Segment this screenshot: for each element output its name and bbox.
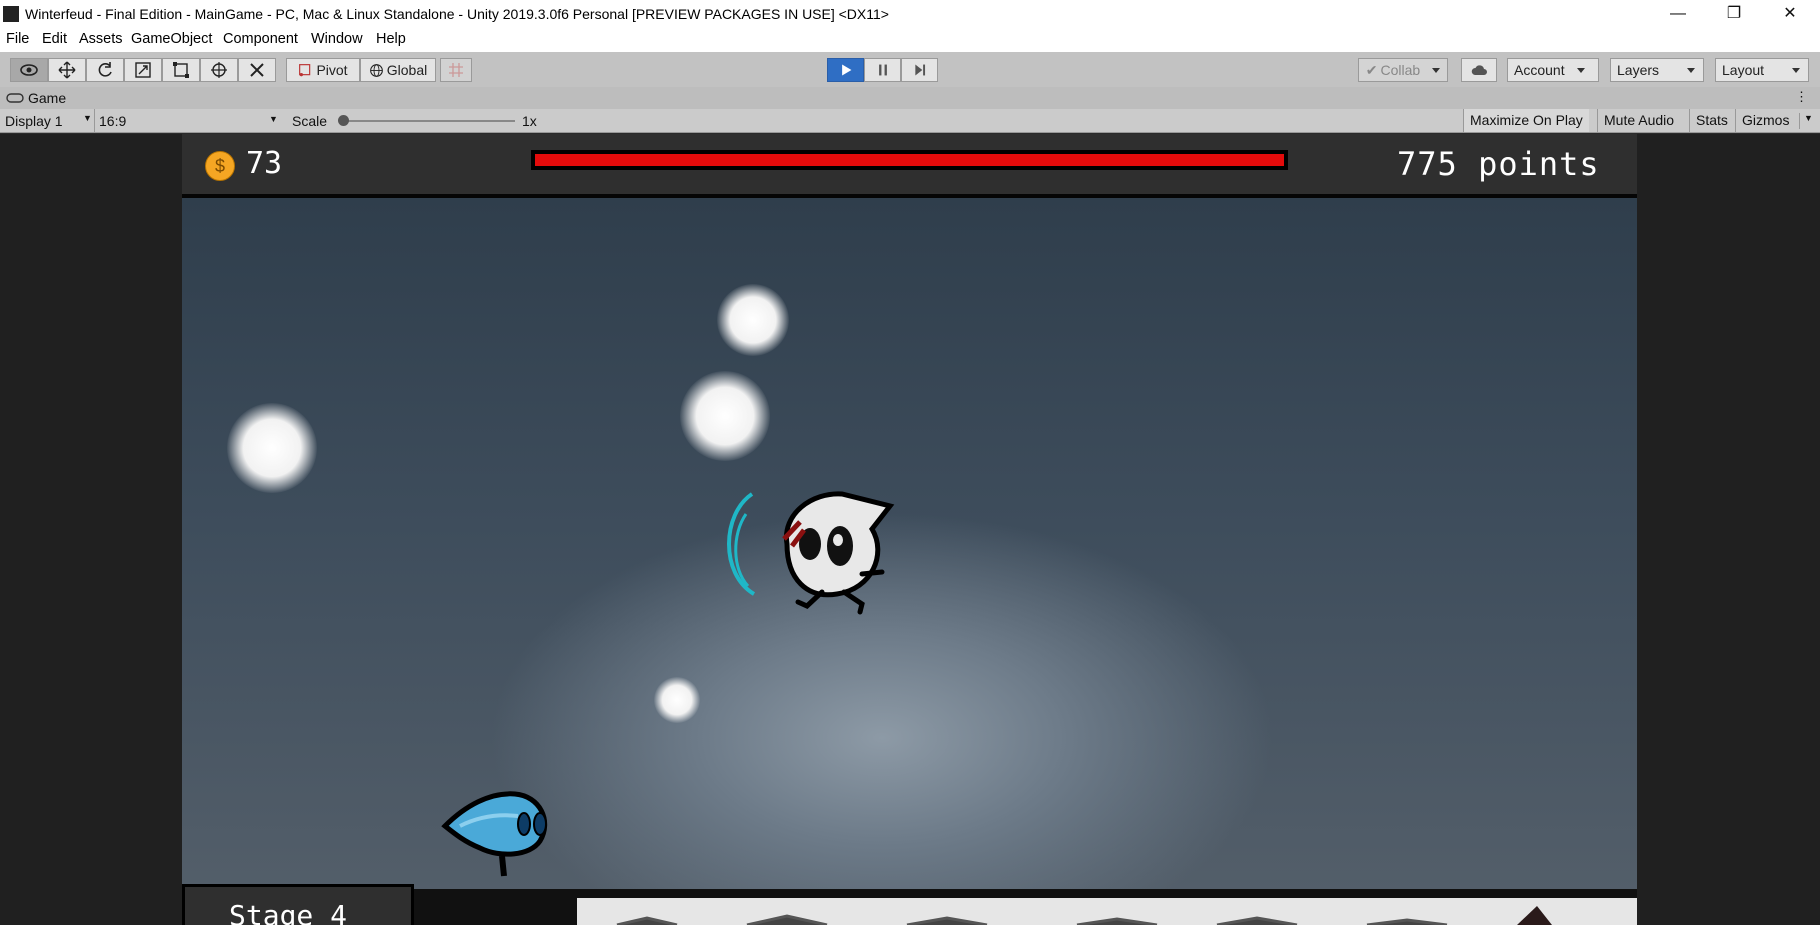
move-icon (58, 61, 76, 79)
grid-snap-button[interactable] (440, 58, 472, 82)
toolbar: Pivot Global ✔ Collab Account Layers Lay… (0, 52, 1820, 87)
collab-label: Collab (1380, 62, 1421, 78)
cloud-button[interactable] (1461, 58, 1497, 82)
transform-icon (211, 62, 227, 78)
move-tool-button[interactable] (48, 58, 86, 82)
menu-edit[interactable]: Edit (42, 31, 67, 47)
snow-orb (654, 677, 700, 723)
snow-orb (227, 403, 317, 493)
layout-label: Layout (1722, 62, 1765, 78)
display-dropdown[interactable]: Display 1 ▼ (5, 113, 92, 129)
transform-tool-button[interactable] (200, 58, 238, 82)
pause-button[interactable] (864, 58, 901, 82)
mute-audio-toggle[interactable]: Mute Audio (1597, 109, 1680, 132)
game-render[interactable]: $ 73 775 points Stage 4 (182, 134, 1637, 925)
pivot-label: Pivot (316, 62, 348, 78)
rect-tool-button[interactable] (162, 58, 200, 82)
global-toggle[interactable]: Global (360, 58, 436, 82)
stage-label: Stage 4 (229, 899, 348, 925)
view-tool-button[interactable] (10, 58, 48, 82)
ice-spikes (616, 906, 1552, 925)
coin-symbol: $ (214, 156, 225, 176)
maximize-button[interactable]: ❐ (1706, 0, 1762, 28)
scale-icon (135, 62, 151, 78)
account-label: Account (1514, 62, 1565, 78)
enemy-character (727, 491, 895, 615)
scale-value: 1x (522, 113, 537, 129)
menu-gameobject[interactable]: GameObject (131, 31, 212, 47)
window-title-bar: Winterfeud - Final Edition - MainGame - … (0, 0, 1820, 28)
maximize-on-play-toggle[interactable]: Maximize On Play (1463, 109, 1589, 132)
minimize-button[interactable]: — (1650, 0, 1706, 28)
close-button[interactable]: ✕ (1762, 0, 1818, 28)
cloud-icon (1471, 65, 1487, 75)
unity-icon (3, 6, 19, 22)
health-bar (531, 150, 1288, 170)
snow-orb (680, 371, 770, 461)
stage-panel: Stage 4 (182, 884, 414, 925)
menu-bar: File Edit Assets GameObject Component Wi… (0, 28, 1820, 52)
layout-dropdown[interactable]: Layout (1715, 58, 1809, 82)
scale-label: Scale (292, 113, 328, 129)
custom-tool-button[interactable] (238, 58, 276, 82)
rotate-icon (98, 62, 112, 77)
menu-component[interactable]: Component (223, 31, 298, 47)
health-bar-fill (535, 154, 1284, 166)
layers-dropdown[interactable]: Layers (1610, 58, 1704, 82)
step-button[interactable] (901, 58, 938, 82)
game-tab-strip: Game ⋮ (0, 87, 1820, 109)
stats-toggle[interactable]: Stats (1689, 109, 1734, 132)
menu-assets[interactable]: Assets (79, 31, 123, 47)
tools-icon (250, 63, 264, 77)
eye-icon (20, 64, 38, 76)
menu-window[interactable]: Window (311, 31, 363, 47)
scale-slider-handle[interactable] (338, 115, 349, 126)
pause-icon (878, 64, 887, 76)
dropdown-arrow-icon: ▼ (269, 114, 278, 124)
scale-slider-track[interactable] (340, 120, 515, 122)
aspect-label: 16:9 (99, 113, 127, 129)
tab-game[interactable]: Game (6, 90, 66, 106)
points-counter: 775 points (1397, 145, 1600, 183)
dropdown-arrow-icon: ▼ (83, 113, 92, 123)
aspect-dropdown[interactable]: 16:9 ▼ (94, 109, 285, 132)
global-label: Global (386, 62, 428, 78)
pivot-icon (299, 63, 311, 76)
play-icon (841, 64, 851, 76)
coin-count: 73 (246, 146, 283, 181)
game-view-controlbar: Display 1 ▼ 16:9 ▼ Scale 1x Maximize On … (0, 109, 1820, 133)
play-button[interactable] (827, 58, 864, 82)
menu-help[interactable]: Help (376, 31, 406, 47)
grid-snap-icon (449, 63, 463, 77)
rect-icon (173, 62, 189, 78)
gizmos-dropdown-arrow[interactable]: ▼ (1799, 113, 1813, 129)
display-label: Display 1 (5, 113, 63, 129)
pivot-toggle[interactable]: Pivot (286, 58, 360, 82)
tab-menu-icon[interactable]: ⋮ (1795, 89, 1808, 105)
window-title: Winterfeud - Final Edition - MainGame - … (25, 6, 889, 22)
snow-orb (717, 284, 789, 356)
tab-game-label: Game (28, 90, 67, 106)
layers-label: Layers (1617, 62, 1660, 78)
rotate-tool-button[interactable] (86, 58, 124, 82)
hud-bar: $ 73 775 points (182, 134, 1637, 198)
gizmos-toggle[interactable]: Gizmos (1735, 109, 1795, 132)
player-character (441, 791, 548, 877)
account-dropdown[interactable]: Account (1507, 58, 1599, 82)
globe-icon (369, 63, 383, 77)
coin-icon: $ (205, 151, 235, 181)
collab-dropdown[interactable]: ✔ Collab (1358, 58, 1448, 82)
check-icon: ✔ (1365, 61, 1378, 78)
step-icon (914, 64, 925, 76)
scale-tool-button[interactable] (124, 58, 162, 82)
menu-file[interactable]: File (6, 31, 29, 47)
gamepad-icon (6, 93, 24, 103)
